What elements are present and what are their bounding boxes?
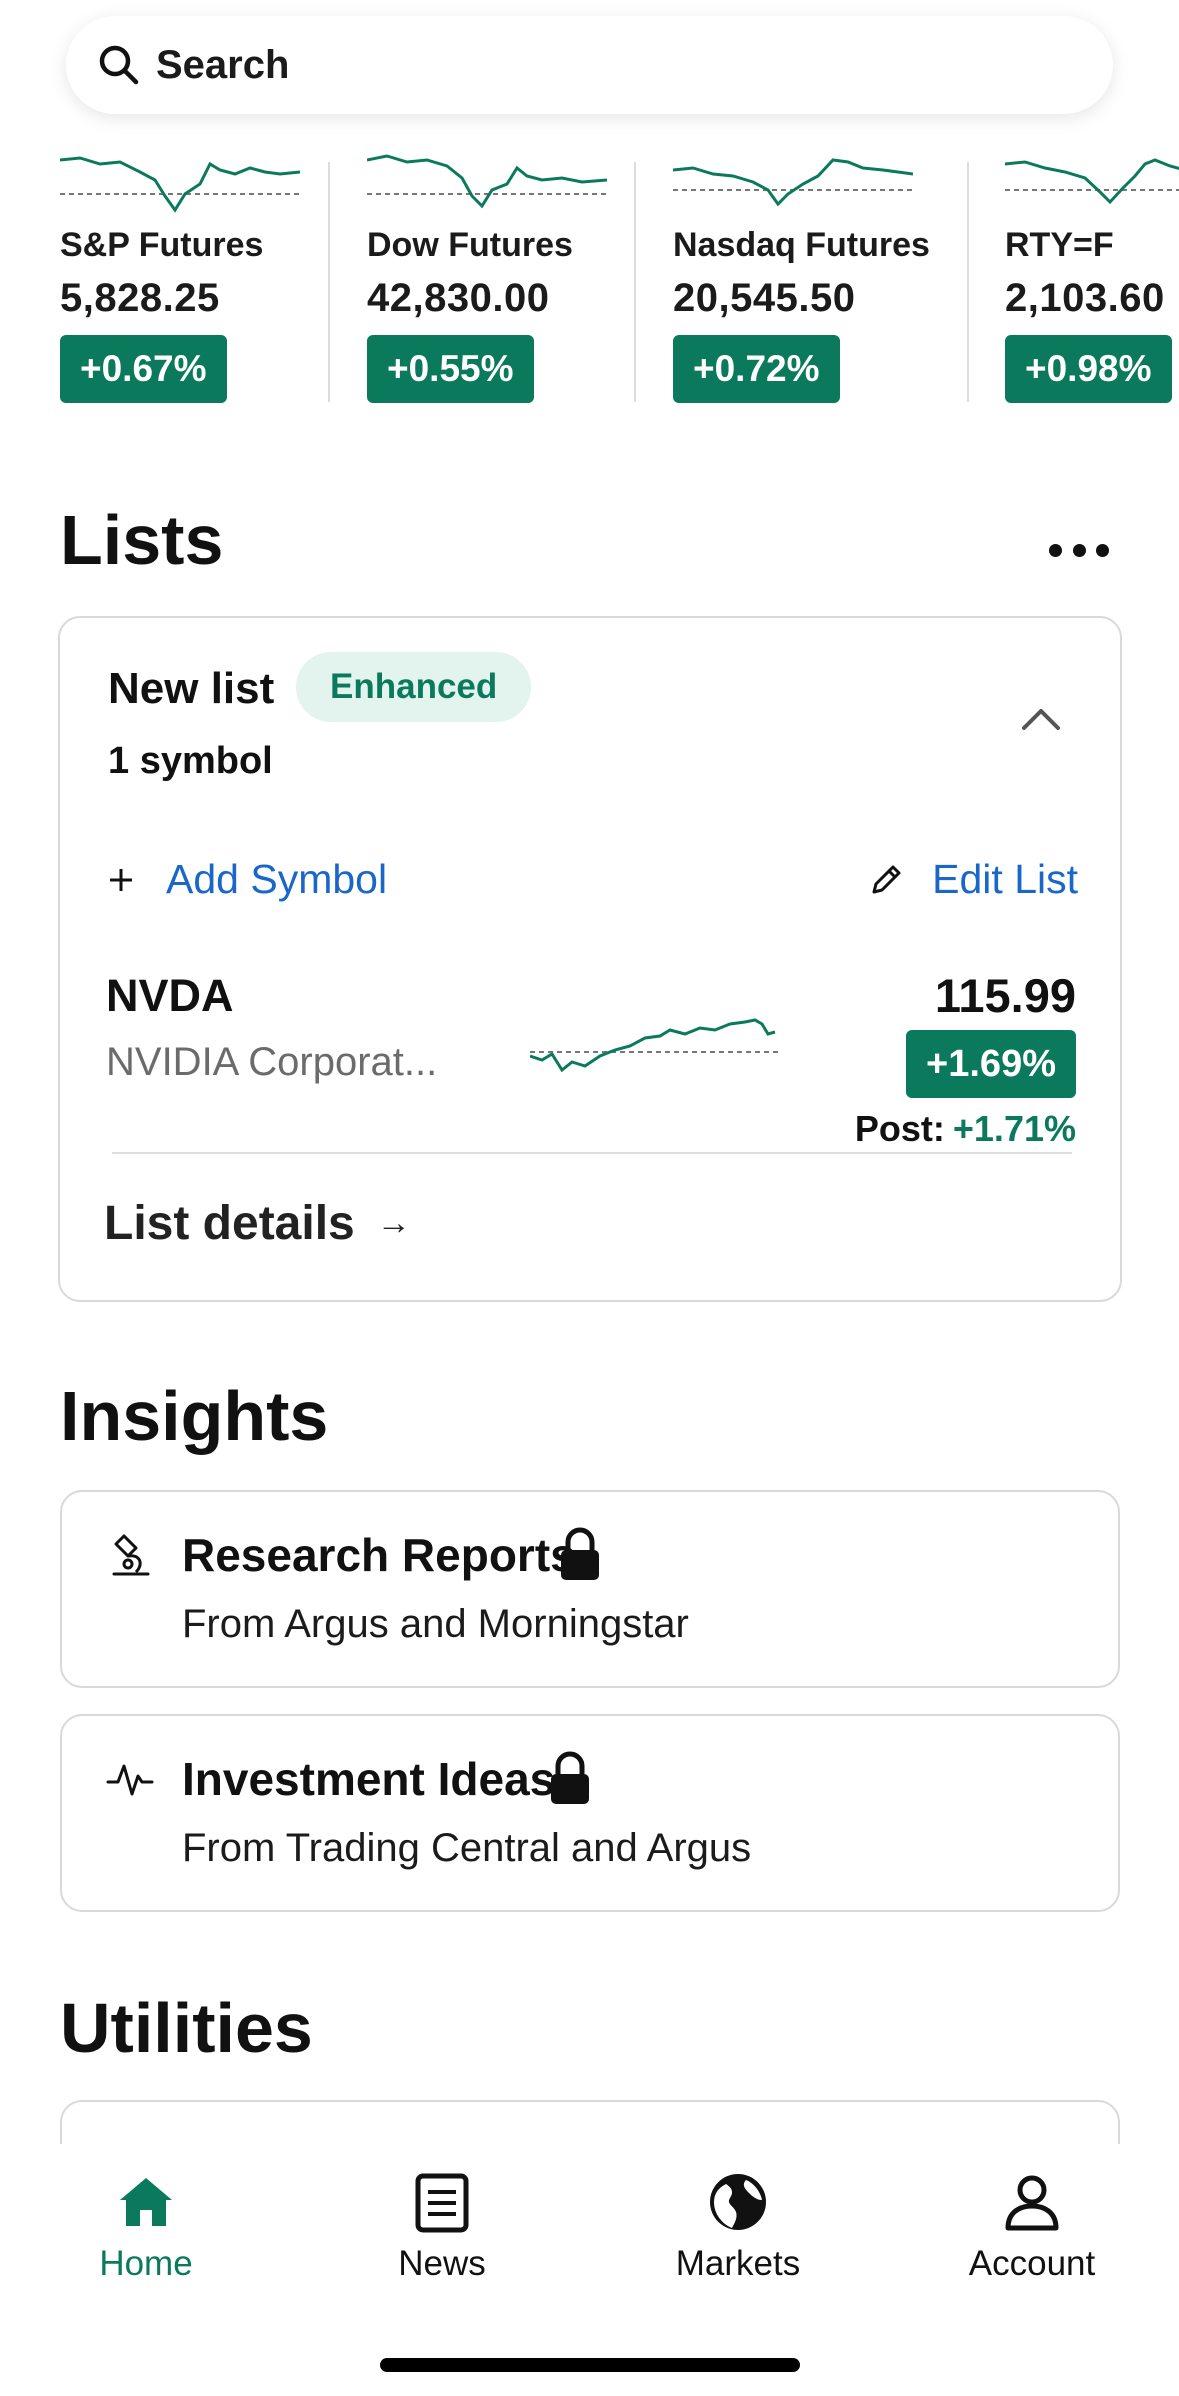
search-placeholder: Search bbox=[156, 42, 290, 87]
divider bbox=[112, 1152, 1072, 1154]
insights-heading: Insights bbox=[60, 1377, 329, 1455]
list-details-link[interactable]: List details → bbox=[104, 1196, 411, 1251]
nav-news[interactable]: News bbox=[342, 2170, 542, 2284]
ticker-price: 5,828.25 bbox=[60, 276, 220, 320]
account-icon bbox=[1005, 2175, 1059, 2231]
pulse-icon bbox=[106, 1764, 154, 1796]
ticker-sparkline bbox=[673, 158, 913, 207]
ticker-sparkline bbox=[60, 156, 300, 213]
nav-markets[interactable]: Markets bbox=[638, 2170, 838, 2284]
insight-subtitle: From Trading Central and Argus bbox=[182, 1826, 752, 1870]
search-bar[interactable]: Search bbox=[66, 16, 1113, 114]
microscope-icon bbox=[112, 1534, 150, 1576]
investment-ideas-card[interactable]: Investment Ideas From Trading Central an… bbox=[60, 1714, 1120, 1912]
stock-price: 115.99 bbox=[934, 969, 1076, 1022]
ticker-divider bbox=[328, 162, 330, 402]
edit-list-button[interactable]: Edit List bbox=[866, 856, 1078, 903]
ticker-name: S&P Futures bbox=[60, 226, 264, 264]
stock-sparkline bbox=[530, 1018, 780, 1073]
ticker-rty-futures[interactable]: RTY=F 2,103.60 +0.98% bbox=[1005, 150, 1179, 410]
add-symbol-button[interactable]: Add Symbol bbox=[106, 856, 387, 903]
nav-label: Markets bbox=[675, 2244, 801, 2283]
utilities-heading: Utilities bbox=[60, 1989, 313, 2067]
ticker-change-badge: +0.72% bbox=[673, 335, 840, 403]
research-reports-card[interactable]: Research Reports From Argus and Mornings… bbox=[60, 1490, 1120, 1688]
list-title[interactable]: New list bbox=[108, 664, 274, 714]
ticker-sp-futures[interactable]: S&P Futures 5,828.25 +0.67% bbox=[60, 150, 340, 410]
post-value: +1.71% bbox=[952, 1108, 1076, 1149]
nav-home[interactable]: Home bbox=[46, 2170, 246, 2284]
news-icon bbox=[415, 2173, 469, 2233]
watchlist-card: New list Enhanced 1 symbol Add Symbol Ed… bbox=[58, 616, 1122, 1302]
search-icon bbox=[99, 45, 139, 85]
stock-name: NVIDIA Corporat... bbox=[106, 1040, 438, 1084]
nav-label: Account bbox=[968, 2244, 1096, 2283]
ticker-divider bbox=[967, 162, 969, 402]
stock-change-badge: +1.69% bbox=[906, 1030, 1076, 1098]
nav-label: Home bbox=[99, 2244, 193, 2283]
add-symbol-label: Add Symbol bbox=[166, 856, 388, 902]
nav-account[interactable]: Account bbox=[932, 2170, 1132, 2284]
chevron-up-icon[interactable] bbox=[1018, 696, 1064, 742]
home-icon bbox=[120, 2178, 172, 2226]
home-screen: Search S&P Futures 5,828.25 +0.67% Dow F… bbox=[0, 0, 1179, 2396]
insight-title: Investment Ideas bbox=[182, 1753, 556, 1805]
ticker-dow-futures[interactable]: Dow Futures 42,830.00 +0.55% bbox=[367, 150, 647, 410]
ticker-price: 20,545.50 bbox=[673, 276, 856, 320]
ticker-change-badge: +0.55% bbox=[367, 335, 534, 403]
market-ticker-strip[interactable]: S&P Futures 5,828.25 +0.67% Dow Futures … bbox=[0, 150, 1179, 410]
ticker-sparkline bbox=[1005, 158, 1179, 205]
ticker-sparkline bbox=[367, 154, 607, 209]
ticker-change-badge: +0.98% bbox=[1005, 335, 1172, 403]
post-market-change: Post: +1.71% bbox=[855, 1108, 1076, 1150]
nav-label: News bbox=[398, 2244, 486, 2283]
ticker-price: 2,103.60 bbox=[1005, 276, 1165, 320]
lock-icon bbox=[561, 1527, 599, 1580]
ticker-name: RTY=F bbox=[1005, 226, 1114, 264]
enhanced-badge: Enhanced bbox=[296, 652, 532, 722]
arrow-right-icon: → bbox=[376, 1204, 411, 1242]
stock-symbol: NVDA bbox=[106, 970, 234, 1021]
ticker-name: Dow Futures bbox=[367, 226, 573, 264]
ticker-price: 42,830.00 bbox=[367, 276, 550, 320]
insight-title: Research Reports bbox=[182, 1529, 576, 1581]
symbol-count: 1 symbol bbox=[108, 740, 273, 782]
lists-heading: Lists bbox=[60, 501, 224, 579]
ticker-change-badge: +0.67% bbox=[60, 335, 227, 403]
ticker-name: Nasdaq Futures bbox=[673, 226, 930, 264]
more-horizontal-icon[interactable] bbox=[1049, 530, 1109, 570]
pencil-icon bbox=[872, 865, 901, 893]
insight-subtitle: From Argus and Morningstar bbox=[182, 1602, 689, 1646]
ticker-nasdaq-futures[interactable]: Nasdaq Futures 20,545.50 +0.72% bbox=[673, 150, 953, 410]
post-label: Post: bbox=[854, 1108, 945, 1149]
globe-icon bbox=[710, 2174, 766, 2230]
lock-icon bbox=[551, 1751, 589, 1804]
home-indicator[interactable] bbox=[380, 2358, 800, 2372]
plus-icon bbox=[110, 868, 132, 891]
ticker-divider bbox=[634, 162, 636, 402]
list-details-label: List details bbox=[104, 1197, 355, 1250]
edit-list-label: Edit List bbox=[932, 856, 1078, 902]
